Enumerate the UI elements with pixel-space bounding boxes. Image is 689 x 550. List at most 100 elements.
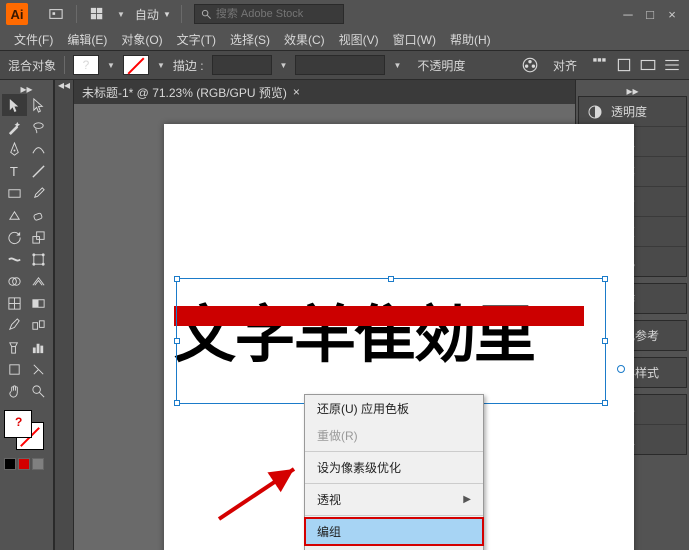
selection-handle[interactable] [602, 400, 608, 406]
selection-handle[interactable] [174, 400, 180, 406]
close-icon[interactable]: × [293, 85, 300, 99]
selection-bounds [176, 278, 606, 404]
width-tool[interactable] [2, 248, 27, 270]
menu-object[interactable]: 对象(O) [115, 29, 168, 50]
stock-search[interactable] [194, 4, 344, 24]
menu-type[interactable]: 文字(T) [171, 29, 222, 50]
gradient-tool[interactable] [27, 292, 52, 314]
rotate-tool[interactable] [2, 226, 27, 248]
cm-group[interactable]: 编组 [305, 518, 483, 545]
column-graph-tool[interactable] [27, 336, 52, 358]
perspective-grid-tool[interactable] [27, 270, 52, 292]
arrange-docs-button[interactable] [83, 3, 111, 25]
chevron-down-icon[interactable]: ▼ [393, 61, 401, 70]
slice-tool[interactable] [27, 358, 52, 380]
cm-perspective[interactable]: 透视▶ [305, 486, 483, 513]
curvature-tool[interactable] [27, 138, 52, 160]
cm-clipping-mask[interactable]: 建立剪切蒙版 [305, 545, 483, 550]
hand-tool[interactable] [2, 380, 27, 402]
chevron-down-icon[interactable]: ▼ [163, 10, 171, 19]
symbol-sprayer-tool[interactable] [2, 336, 27, 358]
search-input[interactable] [216, 8, 316, 20]
profile-input[interactable] [295, 55, 385, 75]
more-icon[interactable] [663, 56, 681, 74]
rectangle-tool[interactable] [2, 182, 27, 204]
line-tool[interactable] [27, 160, 52, 182]
chevron-down-icon[interactable]: ▼ [107, 61, 115, 70]
eraser-tool[interactable] [27, 204, 52, 226]
panel-grip[interactable]: ▸▸ [578, 86, 687, 96]
submenu-arrow-icon: ▶ [463, 494, 471, 505]
chevron-down-icon[interactable]: ▼ [157, 61, 165, 70]
free-transform-tool[interactable] [27, 248, 52, 270]
recolor-icon[interactable] [521, 56, 539, 74]
transform-icon[interactable] [615, 56, 633, 74]
cm-pixel-perfect[interactable]: 设为像素级优化 [305, 454, 483, 481]
menu-edit[interactable]: 编辑(E) [61, 29, 113, 50]
menu-effect[interactable]: 效果(C) [278, 29, 331, 50]
quick-swatches [2, 458, 51, 470]
artboard-tool[interactable] [2, 358, 27, 380]
type-tool[interactable]: T [2, 160, 27, 182]
document-tabs: 未标题-1* @ 71.23% (RGB/GPU 预览) × [74, 80, 575, 104]
magic-wand-tool[interactable] [2, 116, 27, 138]
titlebar: Ai ▼ 自动 ▼ － □ × [0, 0, 689, 28]
distribute-icon[interactable] [591, 56, 609, 74]
bridge-button[interactable] [42, 3, 70, 25]
selection-handle[interactable] [174, 276, 180, 282]
maximize-button[interactable]: □ [639, 3, 661, 25]
selection-tool[interactable] [2, 94, 27, 116]
fill-color-well[interactable]: ? [4, 410, 32, 438]
fill-swatch[interactable]: ? [73, 55, 99, 75]
chevron-down-icon[interactable]: ▼ [117, 10, 125, 19]
menu-help[interactable]: 帮助(H) [444, 29, 497, 50]
swatch[interactable] [32, 458, 44, 470]
menu-window[interactable]: 窗口(W) [387, 29, 442, 50]
chevron-down-icon[interactable]: ▼ [280, 61, 288, 70]
divider [76, 5, 77, 23]
document-pane: 未标题-1* @ 71.23% (RGB/GPU 预览) × 文字羊隹効里 [74, 80, 575, 550]
stroke-weight-input[interactable] [212, 55, 272, 75]
selection-handle[interactable] [602, 276, 608, 282]
close-button[interactable]: × [661, 3, 683, 25]
stroke-label: 描边 : [173, 57, 204, 74]
align-label[interactable]: 对齐 [545, 55, 585, 76]
swatch[interactable] [18, 458, 30, 470]
toolbar-flyout-grip[interactable]: ▸▸ [2, 84, 51, 94]
eyedropper-tool[interactable] [2, 314, 27, 336]
shape-builder-tool[interactable] [2, 270, 27, 292]
paintbrush-tool[interactable] [27, 182, 52, 204]
shaper-tool[interactable] [2, 204, 27, 226]
lasso-tool[interactable] [27, 116, 52, 138]
menu-view[interactable]: 视图(V) [333, 29, 385, 50]
selection-origin[interactable] [617, 365, 625, 373]
selection-handle[interactable] [602, 338, 608, 344]
object-type-label: 混合对象 [8, 57, 56, 74]
scale-tool[interactable] [27, 226, 52, 248]
stroke-swatch[interactable] [123, 55, 149, 75]
isolate-icon[interactable] [639, 56, 657, 74]
blend-tool[interactable] [27, 314, 52, 336]
pen-tool[interactable] [2, 138, 27, 160]
separator [305, 483, 483, 484]
svg-text:T: T [10, 164, 18, 179]
mesh-tool[interactable] [2, 292, 27, 314]
selection-handle[interactable] [174, 338, 180, 344]
opacity-label[interactable]: 不透明度 [409, 55, 473, 76]
menu-select[interactable]: 选择(S) [224, 29, 276, 50]
document-title: 未标题-1* @ 71.23% (RGB/GPU 预览) [82, 84, 287, 101]
swatch[interactable] [4, 458, 16, 470]
document-tab[interactable]: 未标题-1* @ 71.23% (RGB/GPU 预览) × [82, 84, 300, 101]
artwork-group[interactable]: 文字羊隹効里 [174, 284, 624, 374]
direct-selection-tool[interactable] [27, 94, 52, 116]
collapse-grip[interactable]: ◂◂ [55, 80, 73, 90]
menu-file[interactable]: 文件(F) [8, 29, 59, 50]
selection-handle[interactable] [388, 276, 394, 282]
auto-label: 自动 [135, 6, 159, 23]
minimize-button[interactable]: － [617, 3, 639, 25]
panel-transparency[interactable]: 透明度 [579, 97, 686, 127]
color-well[interactable]: ? [2, 410, 52, 454]
zoom-tool[interactable] [27, 380, 52, 402]
context-menu: 还原(U) 应用色板 重做(R) 设为像素级优化 透视▶ 编组 建立剪切蒙版 变… [304, 394, 484, 550]
cm-undo[interactable]: 还原(U) 应用色板 [305, 395, 483, 422]
